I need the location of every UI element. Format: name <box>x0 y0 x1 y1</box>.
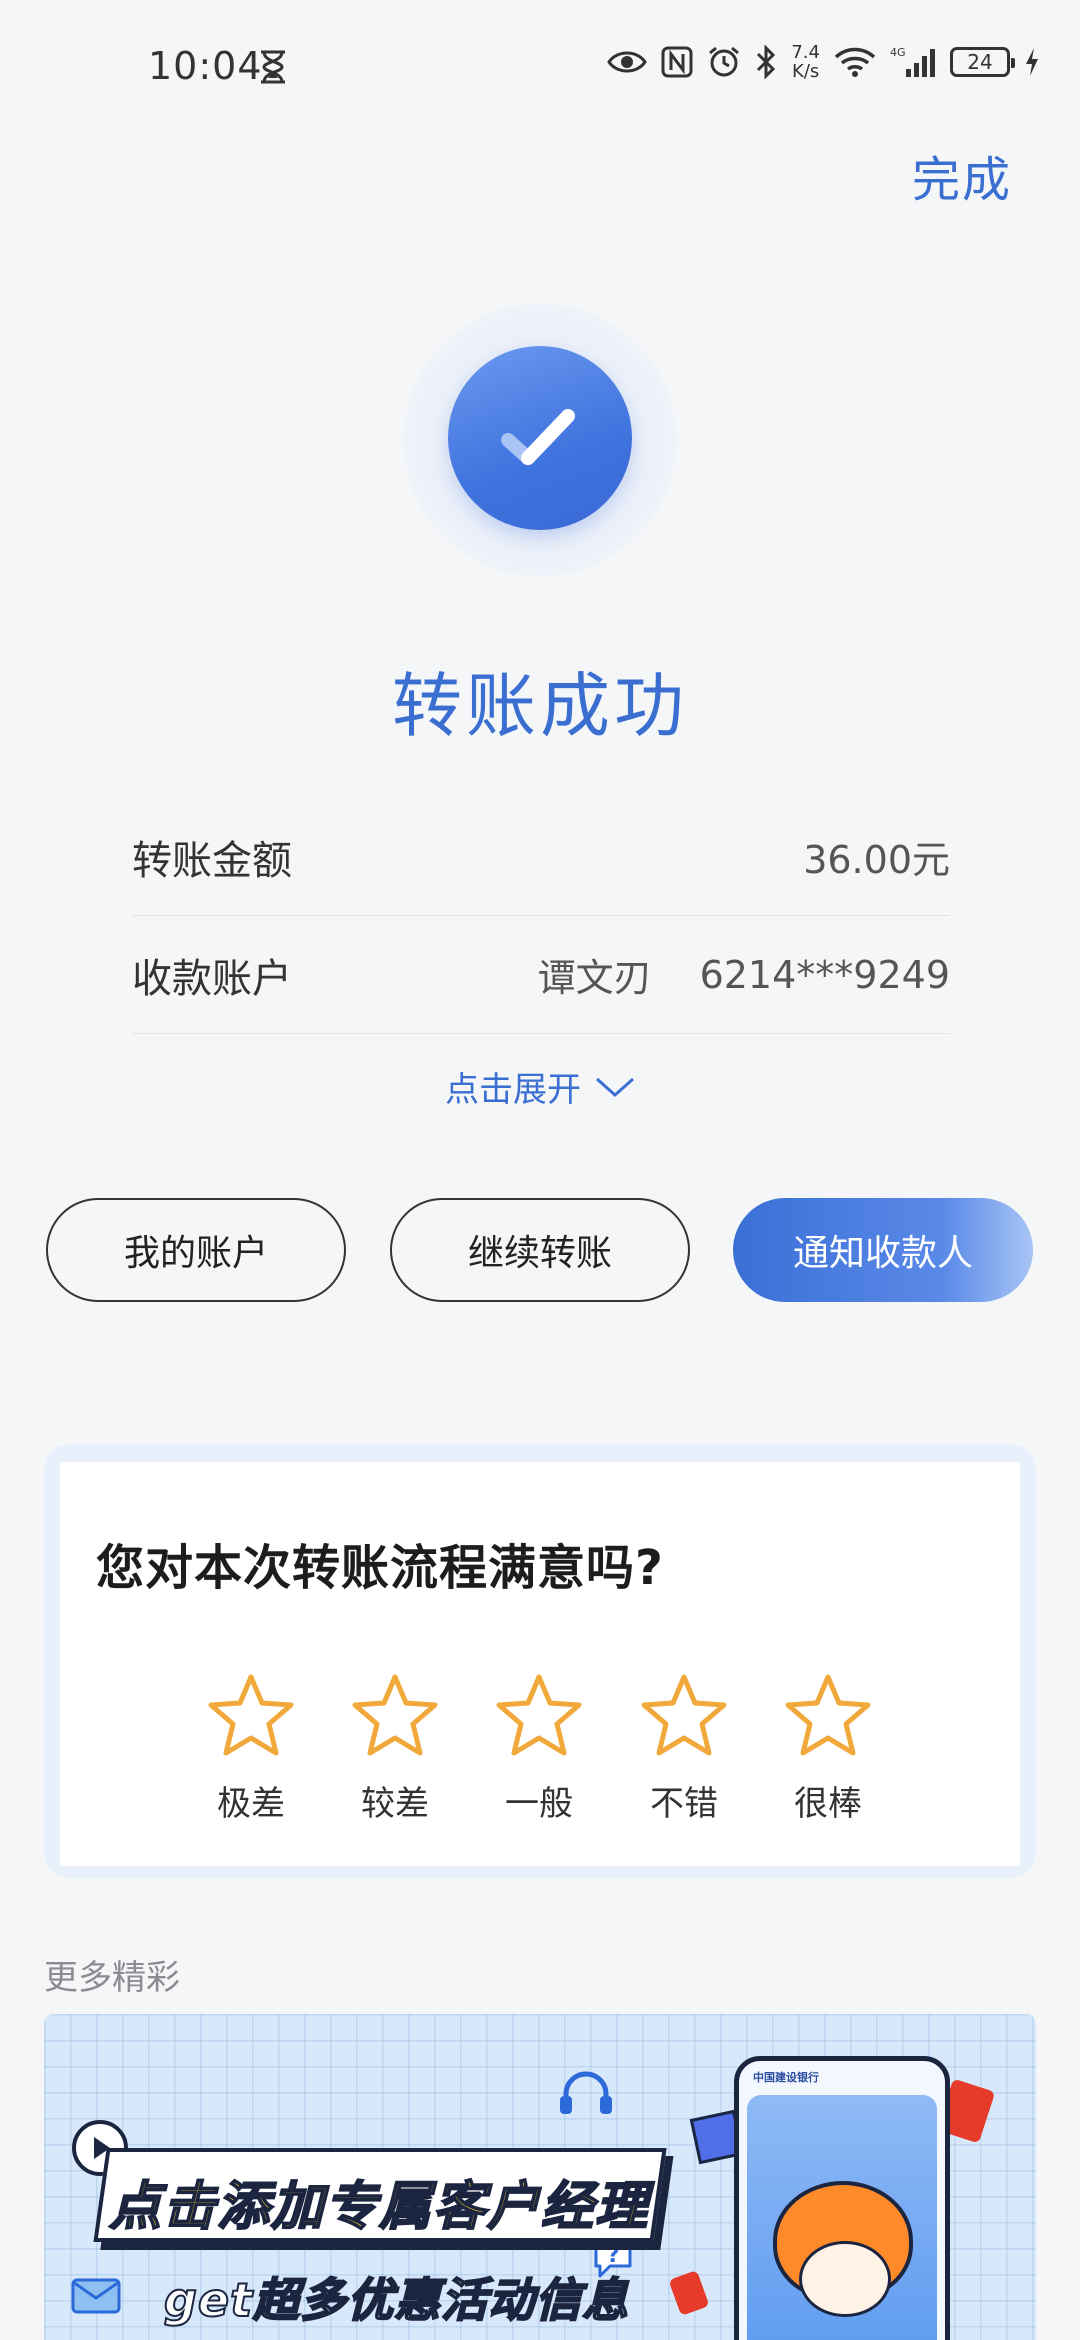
battery-indicator: 24 <box>950 47 1015 77</box>
amount-value: 36.00元 <box>803 838 950 882</box>
satisfaction-survey: 您对本次转账流程满意吗? 极差 较差 一般 不错 很棒 <box>60 1462 1020 1866</box>
payee-label: 收款账户 <box>132 955 292 1002</box>
network-speed: 7.4 K/s <box>791 42 820 82</box>
mascot-face <box>799 2241 891 2317</box>
my-account-button[interactable]: 我的账户 <box>46 1198 346 1302</box>
banner-headline-box: 点击添加专属客户经理 <box>93 2148 667 2242</box>
battery-level: 24 <box>967 50 993 74</box>
expand-label: 点击展开 <box>445 1070 581 1110</box>
rating-option-1[interactable]: 极差 <box>191 1672 311 1825</box>
done-button[interactable]: 完成 <box>912 140 1012 210</box>
charging-icon <box>1026 48 1038 76</box>
envelope-icon <box>71 2278 121 2314</box>
status-bar: 10:04 7.4 K/s 4G 24 <box>0 0 1080 130</box>
rating-option-5[interactable]: 很棒 <box>768 1672 888 1825</box>
more-section-title: 更多精彩 <box>44 1958 180 1998</box>
rating-option-2[interactable]: 较差 <box>335 1672 455 1825</box>
red-envelope-icon <box>668 2270 710 2316</box>
star-icon <box>785 1674 871 1756</box>
rating-option-3[interactable]: 一般 <box>479 1672 599 1825</box>
rating-label: 一般 <box>505 1784 573 1824</box>
phone-bank-logo: 中国建设银行 <box>753 2071 819 2084</box>
rating-option-4[interactable]: 不错 <box>624 1672 744 1825</box>
bluetooth-icon <box>757 45 776 79</box>
status-icons: 7.4 K/s 4G 24 <box>607 42 1040 82</box>
headset-icon <box>560 2071 612 2114</box>
network-type-label: 4G <box>890 46 906 59</box>
eye-icon <box>607 51 648 73</box>
payee-row: 收款账户 谭文刃 6214***9249 <box>132 916 950 1034</box>
wifi-icon <box>834 47 876 77</box>
success-check-icon <box>448 346 632 530</box>
phone-illustration: 中国建设银行 <box>734 2056 950 2340</box>
banner-subline: get超多优惠活动信息 <box>163 2272 630 2328</box>
expand-details-link[interactable]: 点击展开 <box>0 1062 1080 1111</box>
amount-row: 转账金额 36.00元 <box>132 798 950 916</box>
chevron-down-icon <box>596 1077 634 1097</box>
promo-banner[interactable]: ? 点击添加专属客户经理 get超多优惠活动信息 中国建设银行 <box>44 2014 1036 2340</box>
nfc-icon <box>661 46 693 78</box>
banner-headline: 点击添加专属客户经理 <box>108 2176 650 2238</box>
rating-label: 极差 <box>217 1784 285 1824</box>
survey-question: 您对本次转账流程满意吗? <box>96 1540 664 1596</box>
star-icon <box>496 1674 582 1756</box>
rating-label: 不错 <box>650 1784 718 1824</box>
payee-name: 谭文刃 <box>537 956 652 1000</box>
continue-transfer-button[interactable]: 继续转账 <box>390 1198 690 1302</box>
hourglass-icon <box>261 50 285 84</box>
alarm-icon <box>709 46 740 77</box>
status-time: 10:04 <box>148 44 263 88</box>
star-icon <box>641 1674 727 1756</box>
rating-label: 很棒 <box>794 1784 862 1824</box>
rating-label: 较差 <box>361 1784 429 1824</box>
star-icon <box>208 1674 294 1756</box>
notify-payee-button[interactable]: 通知收款人 <box>733 1198 1033 1302</box>
star-icon <box>352 1674 438 1756</box>
result-title: 转账成功 <box>392 665 688 747</box>
payee-account: 6214***9249 <box>699 952 950 997</box>
amount-label: 转账金额 <box>132 837 292 884</box>
cellular-signal-icon: 4G <box>890 46 935 77</box>
